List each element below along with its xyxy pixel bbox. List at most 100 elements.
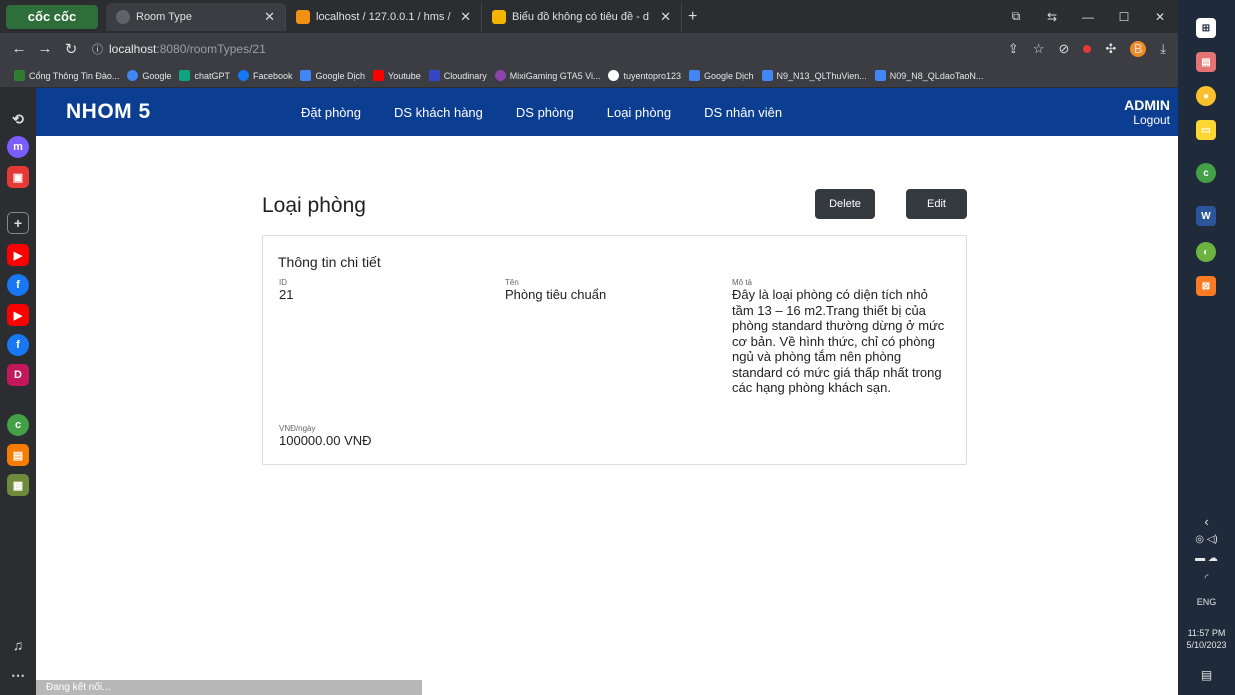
shop-icon[interactable]: ▤ bbox=[7, 444, 29, 466]
browser-tab-bar: cốc cốc Room Type ✕ localhost / 127.0.0.… bbox=[0, 0, 1178, 33]
facebook-icon[interactable]: f bbox=[7, 334, 29, 356]
tab-title: Room Type bbox=[136, 10, 193, 23]
youtube-icon bbox=[373, 70, 385, 81]
extensions-icon[interactable]: ✣ bbox=[1105, 41, 1116, 57]
bookmark-item[interactable]: Google bbox=[127, 70, 171, 81]
field-value: Phòng tiêu chuẩn bbox=[505, 287, 607, 302]
globe-icon bbox=[116, 9, 130, 24]
bookmark-item[interactable]: N09_N8_QLdaoTaoN... bbox=[874, 70, 983, 81]
web-page: NHOM 5 Đặt phòng DS khách hàng DS phòng … bbox=[36, 88, 1178, 695]
star-icon[interactable]: ☆ bbox=[1033, 41, 1045, 57]
translate-icon bbox=[300, 70, 312, 81]
minecraft-icon[interactable]: ▦ bbox=[7, 474, 29, 496]
tab-room-type[interactable]: Room Type ✕ bbox=[106, 2, 286, 31]
bookmark-item[interactable]: Youtube bbox=[373, 70, 421, 81]
app-icon[interactable]: ▤ bbox=[1196, 52, 1216, 72]
mixigaming-icon bbox=[494, 70, 506, 81]
close-icon[interactable]: ✕ bbox=[452, 9, 471, 25]
google-icon bbox=[127, 70, 139, 81]
bookmark-item[interactable]: Facebook bbox=[237, 70, 292, 81]
new-tab-button[interactable]: + bbox=[688, 8, 697, 26]
nav-link-customers[interactable]: DS khách hàng bbox=[394, 105, 483, 120]
notification-icon[interactable]: ▤ bbox=[1178, 668, 1235, 682]
clock-time[interactable]: 11:57 PM bbox=[1178, 628, 1235, 638]
delete-button[interactable]: Delete bbox=[815, 189, 875, 219]
coccoc-icon[interactable]: c bbox=[7, 414, 29, 436]
profile-avatar[interactable]: B bbox=[1130, 40, 1147, 57]
field-description: Mô tả Đây là loại phòng có diện tích nhỏ… bbox=[732, 278, 947, 396]
download-icon[interactable]: ⤓ bbox=[1160, 41, 1166, 57]
minimize-icon[interactable]: — bbox=[1070, 10, 1106, 24]
maximize-icon[interactable]: ☐ bbox=[1106, 10, 1142, 24]
wifi-icon[interactable]: ◜ bbox=[1178, 573, 1235, 584]
spring-icon[interactable]: ◐ bbox=[1196, 242, 1216, 262]
logout-link[interactable]: Logout bbox=[1124, 113, 1170, 127]
close-icon[interactable]: ✕ bbox=[256, 9, 275, 25]
url-host: localhost bbox=[109, 41, 157, 56]
bookmark-item[interactable]: N9_N13_QLThuVien... bbox=[761, 70, 867, 81]
browser-status-bar: Đang kết nối... bbox=[36, 680, 422, 695]
field-price: VNĐ/ngày 100000.00 VNĐ bbox=[279, 424, 372, 449]
coccoc-logo[interactable]: cốc cốc bbox=[6, 4, 98, 29]
word-icon[interactable]: W bbox=[1196, 206, 1216, 226]
app-icon[interactable]: ▣ bbox=[7, 166, 29, 188]
more-icon[interactable]: ⋯ bbox=[7, 664, 29, 686]
bookmark-item[interactable]: tuyentopro123 bbox=[608, 70, 681, 81]
url-path: :8080/roomTypes/21 bbox=[156, 41, 266, 56]
bell-icon[interactable]: ♫ bbox=[7, 634, 29, 656]
chrome-icon[interactable]: ● bbox=[1196, 86, 1216, 106]
share-icon[interactable]: ⇪ bbox=[1008, 41, 1019, 57]
facebook-icon[interactable]: f bbox=[7, 274, 29, 296]
close-icon[interactable]: ✕ bbox=[652, 9, 671, 25]
file-explorer-icon[interactable]: ▭ bbox=[1196, 120, 1216, 140]
translate-icon bbox=[689, 70, 701, 81]
nav-link-rooms[interactable]: DS phòng bbox=[516, 105, 574, 120]
chevron-left-icon[interactable]: ‹ bbox=[1178, 514, 1235, 529]
forward-icon[interactable]: → bbox=[32, 40, 58, 57]
bookmark-item[interactable]: Google Dịch bbox=[689, 70, 754, 81]
block-icon[interactable]: ⊘ bbox=[1058, 41, 1069, 57]
close-window-icon[interactable]: ✕ bbox=[1142, 10, 1178, 24]
nav-link-booking[interactable]: Đặt phòng bbox=[301, 105, 361, 120]
bookmark-item[interactable]: Cổng Thông Tin Đào... bbox=[14, 70, 119, 81]
brand-logo[interactable]: NHOM 5 bbox=[66, 100, 151, 124]
field-value: 100000.00 VNĐ bbox=[279, 433, 372, 448]
bookmark-item[interactable]: chatGPT bbox=[179, 70, 230, 81]
docs-icon bbox=[874, 70, 886, 81]
messenger-icon[interactable]: m bbox=[7, 136, 29, 158]
edit-button[interactable]: Edit bbox=[906, 189, 967, 219]
field-label: ID bbox=[279, 278, 287, 287]
field-label: VNĐ/ngày bbox=[279, 424, 316, 433]
windows-start-icon[interactable]: ⊞ bbox=[1196, 18, 1216, 38]
url-field[interactable]: ⓘ localhost:8080/roomTypes/21 bbox=[92, 41, 266, 57]
translate-icon[interactable]: ⇆ bbox=[1034, 10, 1070, 24]
bookmark-item[interactable]: Google Dịch bbox=[300, 70, 365, 81]
youtube-icon[interactable]: ▶ bbox=[7, 244, 29, 266]
clock-date[interactable]: 5/10/2023 bbox=[1178, 640, 1235, 650]
record-icon[interactable] bbox=[1083, 44, 1092, 53]
tab-phpmyadmin[interactable]: localhost / 127.0.0.1 / hms / ✕ bbox=[286, 2, 482, 31]
xampp-icon[interactable]: ⊠ bbox=[1196, 276, 1216, 296]
tab-title: localhost / 127.0.0.1 / hms / bbox=[316, 10, 451, 23]
app-d-icon[interactable]: D bbox=[7, 364, 29, 386]
history-icon[interactable]: ⟲ bbox=[7, 108, 29, 130]
battery-icon[interactable]: ▬ ☁ bbox=[1178, 553, 1235, 564]
cast-icon[interactable]: ⧉ bbox=[998, 9, 1034, 24]
nav-link-staff[interactable]: DS nhân viên bbox=[704, 105, 782, 120]
coccoc-icon[interactable]: c bbox=[1196, 163, 1216, 183]
bookmark-item[interactable]: Cloudinary bbox=[428, 70, 487, 81]
reload-icon[interactable]: ↻ bbox=[58, 40, 84, 58]
volume-icon[interactable]: ◎ ◁) bbox=[1178, 534, 1235, 545]
nav-link-room-types[interactable]: Loại phòng bbox=[607, 105, 671, 120]
back-icon[interactable]: ← bbox=[6, 40, 32, 57]
field-label: Mô tả bbox=[732, 278, 753, 287]
browser-sidebar: ⟲ m ▣ + ▶ f ▶ f D c ▤ ▦ ♫ ⋯ bbox=[0, 88, 36, 695]
nav-links: Đặt phòng DS khách hàng DS phòng Loại ph… bbox=[301, 88, 815, 136]
facebook-icon bbox=[237, 70, 249, 81]
window-controls: ⧉ ⇆ — ☐ ✕ bbox=[998, 0, 1178, 33]
youtube-icon[interactable]: ▶ bbox=[7, 304, 29, 326]
add-icon[interactable]: + bbox=[7, 212, 29, 234]
bookmark-item[interactable]: MixiGaming GTA5 Vi... bbox=[494, 70, 600, 81]
language-indicator[interactable]: ENG bbox=[1178, 597, 1235, 607]
tab-chart[interactable]: Biểu đồ không có tiêu đề - d ✕ bbox=[482, 2, 682, 31]
